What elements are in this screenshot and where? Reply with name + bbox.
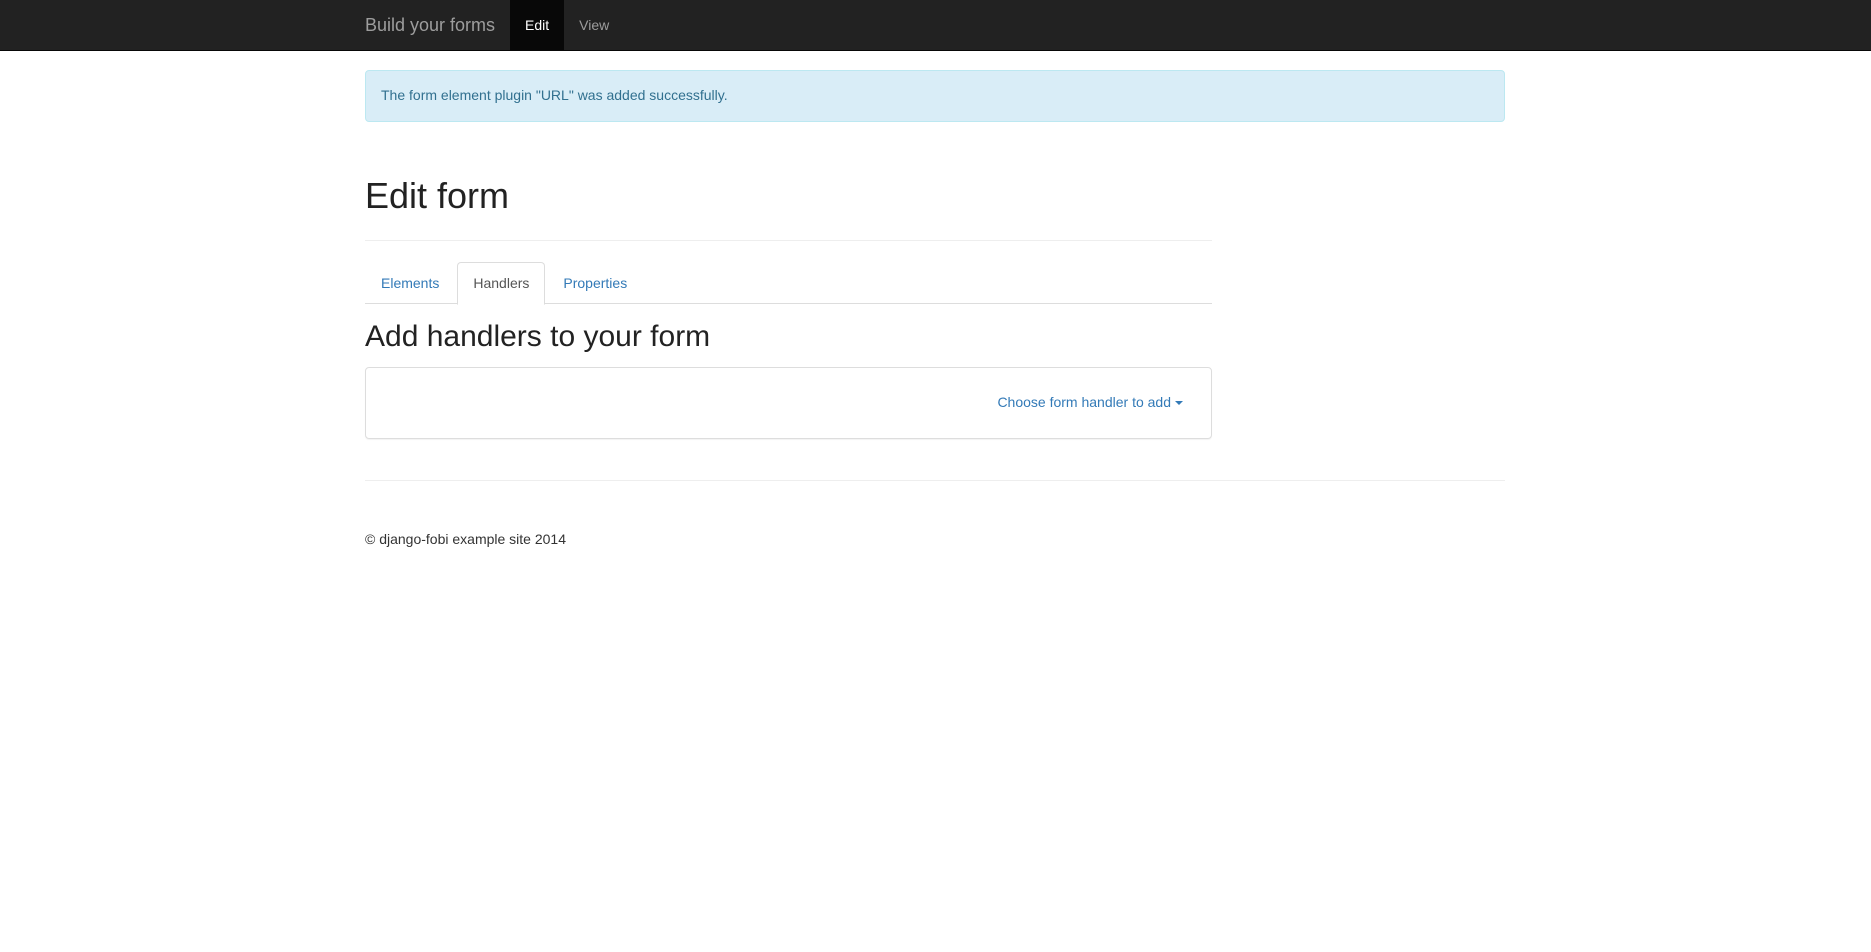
choose-handler-dropdown[interactable]: Choose form handler to add <box>997 393 1183 413</box>
page-title: Edit form <box>365 175 510 216</box>
success-alert: The form element plugin "URL" was added … <box>365 70 1505 122</box>
footer-divider <box>365 480 1505 481</box>
caret-down-icon <box>1175 401 1183 406</box>
divider <box>365 240 1212 241</box>
section-title: Add handlers to your form <box>365 320 711 353</box>
tabs: Elements Handlers Properties <box>365 262 1212 305</box>
nav-view[interactable]: View <box>564 0 624 50</box>
tab-handlers[interactable]: Handlers <box>457 262 546 305</box>
footer-text: © django-fobi example site 2014 <box>365 531 566 547</box>
dropdown-label: Choose form handler to add <box>997 394 1171 410</box>
handlers-panel: Choose form handler to add <box>365 367 1212 439</box>
navbar-brand[interactable]: Build your forms <box>350 0 510 50</box>
tab-properties[interactable]: Properties <box>547 262 643 304</box>
nav-edit[interactable]: Edit <box>510 0 565 50</box>
navbar: Build your forms Edit View <box>0 0 1871 51</box>
tab-elements[interactable]: Elements <box>365 262 455 304</box>
